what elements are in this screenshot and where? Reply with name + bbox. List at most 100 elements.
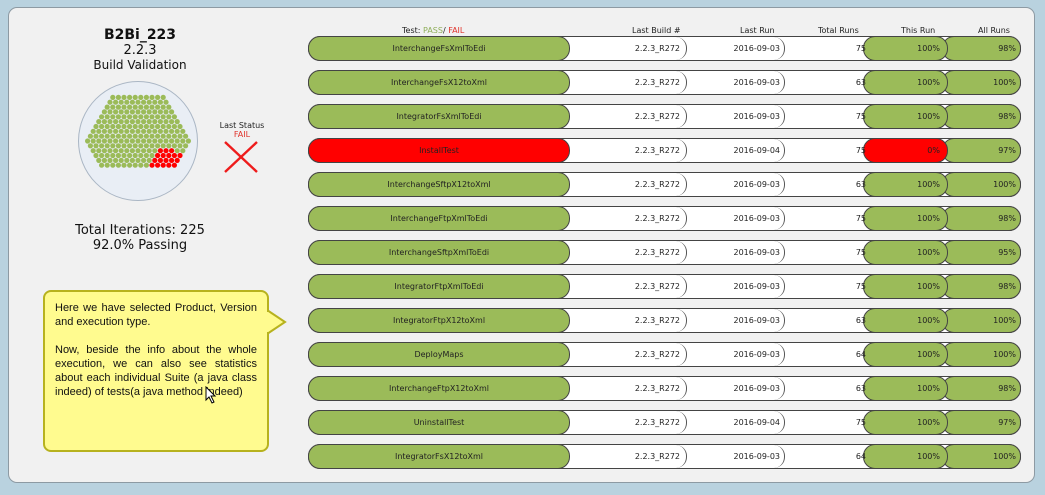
suite-name[interactable]: InterchangeFtpX12toXml — [308, 376, 570, 401]
suite-row[interactable]: DeployMaps 2.2.3_R272 2016-09-03 64 100% 100% — [308, 342, 1021, 367]
passed-iteration-dot — [157, 138, 163, 144]
passed-iteration-dot — [118, 99, 124, 105]
suite-row[interactable]: IntegratorFtpXmlToEdi 2.2.3_R272 2016-09-0… — [308, 274, 1021, 299]
passed-iteration-dot — [166, 133, 172, 139]
passed-iteration-dot — [96, 128, 102, 134]
total-runs: 63 — [855, 180, 866, 189]
header-pass: PASS — [423, 26, 443, 35]
passed-iteration-dot — [129, 157, 135, 163]
passed-iteration-dot — [135, 109, 141, 115]
header-total-runs: Total Runs — [818, 26, 859, 35]
total-runs: 75 — [855, 214, 866, 223]
header-all-runs: All Runs — [978, 26, 1010, 35]
passed-iteration-dot — [174, 128, 180, 134]
passed-iteration-dot — [160, 123, 166, 130]
failed-iteration-dot — [163, 157, 169, 163]
suite-name[interactable]: IntegratorFsXmlToEdi — [308, 104, 570, 129]
suite-row[interactable]: InterchangeFsX12toXml 2.2.3_R272 2016-09-0… — [308, 70, 1021, 95]
passed-iteration-dot — [146, 119, 152, 125]
suite-row[interactable]: InstallTest 2.2.3_R272 2016-09-04 75 0% 97% — [308, 138, 1021, 163]
suite-row[interactable]: IntegratorFsX12toXml 2.2.3_R272 2016-09-03… — [308, 444, 1021, 469]
passed-iteration-dot — [104, 133, 110, 139]
passed-iteration-dot — [132, 162, 138, 168]
failed-iteration-dot — [155, 152, 161, 159]
suite-name[interactable]: InterchangeFsX12toXml — [308, 70, 570, 95]
failed-iteration-dot — [177, 152, 183, 159]
suite-name[interactable]: InterchangeSftpXmlToEdi — [308, 240, 570, 265]
this-run-rate: 100% — [917, 384, 940, 393]
total-runs: 64 — [855, 452, 866, 461]
suite-row[interactable]: UninstallTest 2.2.3_R272 2016-09-04 75 100% 9… — [308, 410, 1021, 435]
passed-iteration-dot — [107, 128, 113, 134]
last-build: 2.2.3_R272 — [634, 384, 680, 393]
failed-iteration-dot — [171, 162, 177, 168]
passed-iteration-dot — [143, 162, 149, 168]
callout-paragraph-1: Here we have selected Product, Version a… — [55, 302, 257, 328]
passed-iteration-dot — [127, 123, 133, 130]
total-runs: 75 — [855, 146, 866, 155]
suite-name[interactable]: DeployMaps — [308, 342, 570, 367]
all-runs-rate: 100% — [993, 316, 1016, 325]
passed-iteration-dot — [149, 114, 155, 120]
passed-iteration-dot — [129, 99, 135, 105]
passed-iteration-dot — [129, 138, 135, 144]
passed-iteration-dot — [143, 94, 149, 100]
passed-iteration-dot — [101, 157, 107, 163]
passed-iteration-dot — [110, 114, 116, 120]
suite-row[interactable]: IntegratorFsXmlToEdi 2.2.3_R272 2016-09-03… — [308, 104, 1021, 129]
passed-iteration-dot — [115, 162, 121, 168]
passed-iteration-dot — [93, 123, 99, 130]
last-status-value: FAIL — [233, 130, 251, 139]
suite-name[interactable]: InterchangeFsXmlToEdi — [308, 36, 570, 61]
last-run-date: 2016-09-03 — [733, 248, 781, 257]
passed-iteration-dot — [163, 109, 169, 115]
suite-row[interactable]: IntegratorFtpX12toXml 2.2.3_R272 2016-09-0… — [308, 308, 1021, 333]
this-run-rate: 100% — [917, 214, 940, 223]
all-runs-rate: 98% — [998, 282, 1016, 291]
passed-iteration-dot — [152, 128, 158, 134]
passed-iteration-dot — [166, 114, 172, 120]
suite-row[interactable]: InterchangeFtpX12toXml 2.2.3_R272 2016-09-… — [308, 376, 1021, 401]
last-run-date: 2016-09-03 — [733, 44, 781, 53]
passed-iteration-dot — [138, 133, 144, 139]
suite-row[interactable]: InterchangeFtpXmlToEdi 2.2.3_R272 2016-09-… — [308, 206, 1021, 231]
passed-iteration-dot — [110, 162, 116, 168]
all-runs-rate: 100% — [993, 78, 1016, 87]
passed-iteration-dot — [163, 99, 169, 105]
passed-iteration-dot — [99, 162, 105, 168]
suite-row[interactable]: InterchangeSftpXmlToEdi 2.2.3_R272 2016-09… — [308, 240, 1021, 265]
total-runs: 75 — [855, 248, 866, 257]
suite-name[interactable]: IntegratorFtpX12toXml — [308, 308, 570, 333]
passed-iteration-dot — [163, 119, 169, 125]
last-run-date: 2016-09-04 — [733, 146, 781, 155]
failed-iteration-dot — [160, 162, 166, 168]
last-run-date: 2016-09-03 — [733, 316, 781, 325]
execution-type: Build Validation — [93, 58, 187, 72]
suite-row[interactable]: InterchangeSftpX12toXml 2.2.3_R272 2016-09… — [308, 172, 1021, 197]
suite-name[interactable]: IntegratorFtpXmlToEdi — [308, 274, 570, 299]
suite-name[interactable]: IntegratorFsX12toXml — [308, 444, 570, 469]
suite-name[interactable]: InterchangeFtpXmlToEdi — [308, 206, 570, 231]
passed-iteration-dot — [166, 143, 172, 149]
suite-name[interactable]: UninstallTest — [308, 410, 570, 435]
suite-row[interactable]: InterchangeFsXmlToEdi 2.2.3_R272 2016-09-0… — [308, 36, 1021, 61]
passed-iteration-dot — [124, 128, 130, 134]
failed-iteration-dot — [155, 162, 161, 168]
total-runs: 75 — [855, 44, 866, 53]
callout-paragraph-2: Now, beside the info about the whole exe… — [55, 344, 257, 398]
last-run-date: 2016-09-03 — [733, 214, 781, 223]
passed-iteration-dot — [127, 114, 133, 120]
last-build: 2.2.3_R272 — [634, 180, 680, 189]
passed-iteration-dot — [107, 138, 113, 144]
passed-iteration-dot — [113, 138, 119, 144]
passed-iteration-dot — [96, 157, 102, 163]
passed-iteration-dot — [115, 152, 121, 159]
suite-name[interactable]: InterchangeSftpX12toXml — [308, 172, 570, 197]
last-run-date: 2016-09-03 — [733, 112, 781, 121]
totals: Total Iterations: 225 92.0% Passing — [60, 223, 220, 253]
header-this-run: This Run — [901, 26, 936, 35]
passed-iteration-dot — [152, 148, 158, 154]
passed-iteration-dot — [171, 123, 177, 130]
suite-name[interactable]: InstallTest — [308, 138, 570, 163]
passed-iteration-dot — [124, 148, 130, 154]
